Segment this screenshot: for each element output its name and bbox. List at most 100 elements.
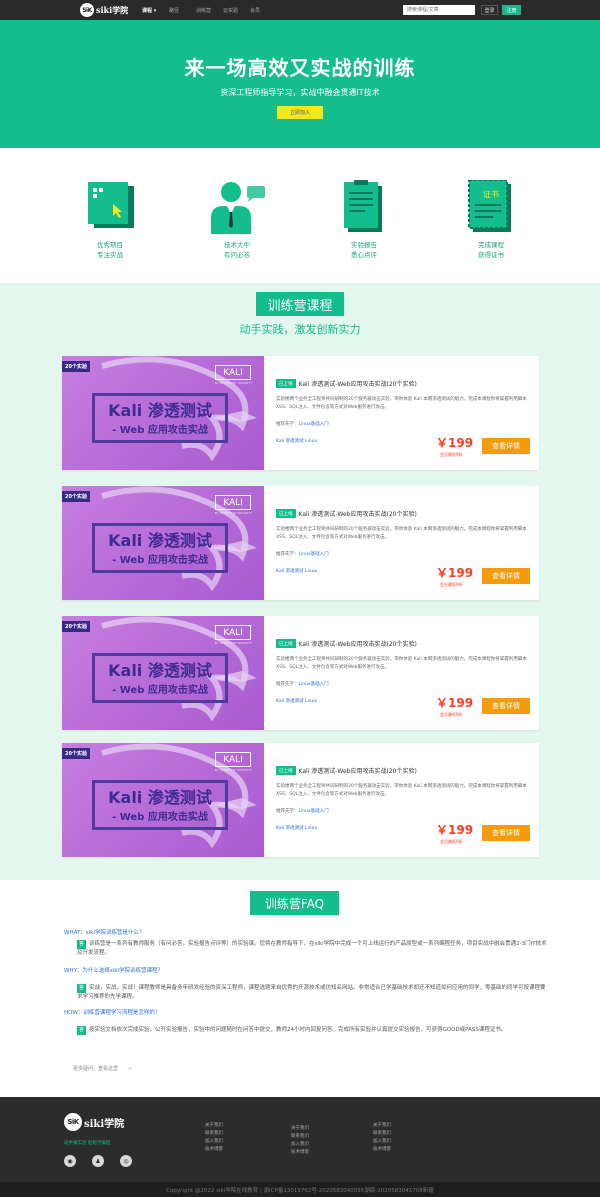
faq-answer: 答实战，实战，实战！课程教师是具备多年研发经验的资深工程师，课程选题来自优秀的开… xyxy=(77,984,547,1002)
feature-label-1: 实验报告 xyxy=(351,241,377,249)
course-description: 实验楼两个业务全工程师共同研制的20个服务器攻击实验，带你体验 Kali 本网渗… xyxy=(276,527,527,540)
certificate-text: 证书 xyxy=(483,190,499,199)
view-details-button[interactable]: 查看详情 xyxy=(482,568,530,584)
hero-title: 来一场高效又实战的训练 xyxy=(184,56,416,80)
kali-logo-caption: BY OFFENSIVE SECURITY xyxy=(215,382,253,385)
footer-link[interactable]: 技术博客 xyxy=(291,1150,309,1156)
course-tags[interactable]: Kali 渗透测试 Linux xyxy=(276,825,317,831)
footer-link[interactable]: 关于我们 xyxy=(291,1126,309,1132)
course-cover-image[interactable]: 20个实验 KALI BY OFFENSIVE SECURITY Kali 渗透测试 -… xyxy=(62,616,264,730)
vip-discount: 会员最低9折 xyxy=(440,452,463,457)
course-description: 实验楼两个业务全工程师共同研制的20个服务器攻击实验，带你体验 Kali 本网渗… xyxy=(276,784,527,797)
vip-discount: 会员最低9折 xyxy=(440,582,463,587)
site-footer: SiK siki学院 动手做实验 轻松学编程 ◉ ♟ ◎ 关于我们 联系我们 加… xyxy=(0,1097,600,1182)
answer-badge: 答 xyxy=(77,1026,87,1035)
footer-column: 关于我们 联系我们 加入我们 技术博客 xyxy=(291,1126,309,1156)
view-details-button[interactable]: 查看详情 xyxy=(482,438,530,454)
vip-discount: 会员最低9折 xyxy=(440,712,463,717)
course-tags[interactable]: Kali 渗透测试 Linux xyxy=(276,698,317,704)
course-title[interactable]: Kali 渗透测试-Web应用攻击实战(20个实验) xyxy=(299,509,417,518)
weibo-icon[interactable]: ◉ xyxy=(64,1155,76,1167)
prerequisite: 推荐先学：Linux基础入门 xyxy=(276,808,329,814)
footer-slogan: 动手做实验 轻松学编程 xyxy=(64,1141,111,1146)
course-cover-image[interactable]: 20个实验 KALI BY OFFENSIVE SECURITY Kali 渗透测试 -… xyxy=(62,356,264,470)
feature-label-1: 技术大牛 xyxy=(224,241,250,249)
cover-subtitle: - Web 应用攻击实战 xyxy=(112,685,208,696)
login-button[interactable]: 登录 xyxy=(481,5,498,15)
faq-question: WHY：为什么选择siki学院训练营课程？ xyxy=(64,968,164,974)
footer-link[interactable]: 技术博客 xyxy=(205,1147,223,1153)
nav-item-vip[interactable]: 会员 xyxy=(250,7,277,14)
qq-icon[interactable]: ♟ xyxy=(92,1155,104,1167)
footer-link[interactable]: 加入我们 xyxy=(373,1139,391,1145)
course-card[interactable]: 20个实验 KALI BY OFFENSIVE SECURITY Kali 渗透测试 -… xyxy=(62,743,539,857)
prerequisite-link[interactable]: Linux基础入门 xyxy=(299,552,329,557)
cover-title: Kali 渗透测试 xyxy=(108,661,212,680)
cover-title: Kali 渗透测试 xyxy=(108,788,212,807)
faq-question: WHAT：siki学院训练营是什么？ xyxy=(64,930,145,936)
nav-item-bootcamp[interactable]: 训练营 xyxy=(196,7,223,14)
faq-answer-text: 训练营是一系列有教师服务（有问必答，实验报告点评等）的实验课。您将在教师指导下，… xyxy=(77,941,547,956)
course-card[interactable]: 20个实验 KALI BY OFFENSIVE SECURITY Kali 渗透测试 -… xyxy=(62,356,539,470)
prerequisite-label: 推荐先学： xyxy=(276,422,299,427)
section-subtitle: 动手实践，激发创新实力 xyxy=(239,323,361,336)
search-input[interactable] xyxy=(403,5,475,15)
course-description: 实验楼两个业务全工程师共同研制的20个服务器攻击实验，带你体验 Kali 本网渗… xyxy=(276,397,527,410)
prerequisite-link[interactable]: Linux基础入门 xyxy=(299,809,329,814)
answer-badge: 答 xyxy=(77,984,87,993)
faq-more-link[interactable]: 更多疑问，查看这里 ›› xyxy=(73,1065,132,1072)
course-tags[interactable]: Kali 渗透测试 Linux xyxy=(276,568,317,574)
footer-link[interactable]: 关于我们 xyxy=(205,1123,223,1129)
course-tags[interactable]: Kali 渗透测试 Linux xyxy=(276,438,317,444)
footer-link[interactable]: 联系我们 xyxy=(291,1134,309,1140)
footer-link[interactable]: 关于我们 xyxy=(373,1123,391,1129)
feature-label-1: 完成课程 xyxy=(478,241,504,249)
course-heading: 已上线 Kali 渗透测试-Web应用攻击实战(20个实验) xyxy=(276,509,417,518)
prerequisite-link[interactable]: Linux基础入门 xyxy=(299,682,329,687)
faq-answer: 答训练营是一系列有教师服务（有问必答，实验报告点评等）的实验课。您将在教师指导下… xyxy=(77,940,547,958)
course-card[interactable]: 20个实验 KALI BY OFFENSIVE SECURITY Kali 渗透测试 -… xyxy=(62,616,539,730)
course-heading: 已上线 Kali 渗透测试-Web应用攻击实战(20个实验) xyxy=(276,766,417,775)
faq-answer: 答按实验文档依次完成实验，公开实验报告，实验中的问题随时在问答中提交，教师24小… xyxy=(77,1026,547,1035)
course-description: 实验楼两个业务全工程师共同研制的20个服务器攻击实验，带你体验 Kali 本网渗… xyxy=(276,657,527,670)
course-cover-image[interactable]: 20个实验 KALI BY OFFENSIVE SECURITY Kali 渗透测试 -… xyxy=(62,486,264,600)
course-title[interactable]: Kali 渗透测试-Web应用攻击实战(20个实验) xyxy=(299,639,417,648)
footer-link[interactable]: 加入我们 xyxy=(291,1142,309,1148)
course-info: 已上线 Kali 渗透测试-Web应用攻击实战(20个实验) 实验楼两个业务全工程师… xyxy=(276,486,536,600)
site-logo[interactable]: SiK siki学院 xyxy=(80,3,128,17)
footer-logo[interactable]: SiK siki学院 xyxy=(64,1113,124,1131)
nav-item-courses[interactable]: 课程 ▾ xyxy=(142,7,169,14)
course-title[interactable]: Kali 渗透测试-Web应用攻击实战(20个实验) xyxy=(299,766,417,775)
experiment-count-badge: 20个实验 xyxy=(62,748,90,759)
course-card[interactable]: 20个实验 KALI BY OFFENSIVE SECURITY Kali 渗透测试 -… xyxy=(62,486,539,600)
view-details-button[interactable]: 查看详情 xyxy=(482,698,530,714)
footer-link[interactable]: 技术博客 xyxy=(373,1147,391,1153)
course-title[interactable]: Kali 渗透测试-Web应用攻击实战(20个实验) xyxy=(299,379,417,388)
footer-column: 关于我们 联系我们 加入我们 技术博客 xyxy=(373,1123,391,1153)
logo-mark: SiK xyxy=(80,3,94,17)
feature-reports: 实验报告 悉心点评 xyxy=(314,180,414,260)
feature-experts: 技术大牛 有问必答 xyxy=(187,180,287,260)
nav-item-cloud-lab[interactable]: 云实验 xyxy=(223,7,250,14)
kali-logo-caption: BY OFFENSIVE SECURITY xyxy=(215,769,253,772)
course-cover-image[interactable]: 20个实验 KALI BY OFFENSIVE SECURITY Kali 渗透测试 -… xyxy=(62,743,264,857)
prerequisite-link[interactable]: Linux基础入门 xyxy=(299,422,329,427)
answer-badge: 答 xyxy=(77,940,87,949)
status-badge: 已上线 xyxy=(276,766,296,775)
prerequisite: 推荐先学：Linux基础入门 xyxy=(276,421,329,427)
nav-item-paths[interactable]: 路径 xyxy=(169,7,196,14)
footer-link[interactable]: 联系我们 xyxy=(373,1131,391,1137)
prerequisite-label: 推荐先学： xyxy=(276,552,299,557)
wechat-icon[interactable]: ◎ xyxy=(120,1155,132,1167)
cover-subtitle: - Web 应用攻击实战 xyxy=(112,425,208,436)
view-details-button[interactable]: 查看详情 xyxy=(482,825,530,841)
join-now-button[interactable]: 立即加入 xyxy=(277,106,323,119)
experiment-count-badge: 20个实验 xyxy=(62,361,90,372)
teacher-icon xyxy=(211,182,265,234)
footer-link[interactable]: 联系我们 xyxy=(205,1131,223,1137)
register-button[interactable]: 注册 xyxy=(502,5,521,15)
footer-link[interactable]: 加入我们 xyxy=(205,1139,223,1145)
logo-text: siki学院 xyxy=(96,4,129,15)
faq-answer-text: 实战，实战，实战！课程教师是具备多年研发经验的资深工程师，课程选题来自优秀的开源… xyxy=(77,985,546,1000)
logo-mark: SiK xyxy=(64,1113,82,1131)
